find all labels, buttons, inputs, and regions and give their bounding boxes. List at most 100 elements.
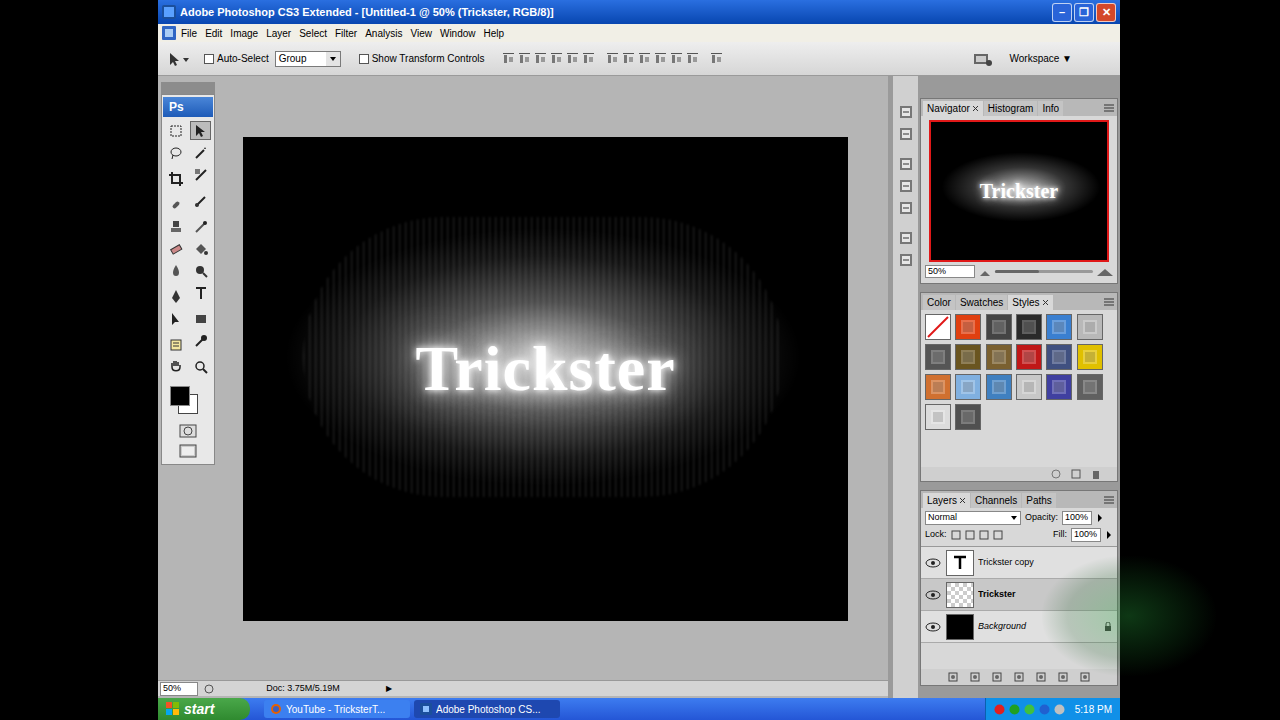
style-swatch[interactable] — [1046, 344, 1072, 370]
pen-icon[interactable] — [165, 287, 186, 306]
menu-item[interactable]: Filter — [332, 26, 360, 41]
workspace-icon[interactable] — [973, 51, 993, 67]
blend-mode-dropdown[interactable]: Normal — [925, 511, 1021, 525]
brushes-icon[interactable] — [898, 178, 914, 194]
window-control-button[interactable]: ✕ — [1096, 3, 1116, 22]
type-icon[interactable] — [190, 283, 211, 302]
group-icon[interactable] — [1035, 671, 1047, 683]
panel-tab[interactable]: Histogram — [984, 101, 1038, 116]
tray-icon[interactable] — [1024, 704, 1035, 715]
magic-wand-icon[interactable] — [190, 143, 211, 162]
menu-item[interactable]: View — [407, 26, 435, 41]
panel-tab[interactable]: Layers — [923, 493, 970, 508]
delete-layer-icon[interactable] — [1079, 671, 1091, 683]
clone-source-icon[interactable] — [898, 200, 914, 216]
clone-stamp-icon[interactable] — [165, 217, 186, 236]
lock-pixels-icon[interactable] — [965, 530, 975, 540]
brush-icon[interactable] — [190, 191, 211, 210]
dodge-icon[interactable] — [190, 261, 211, 280]
group-dropdown[interactable]: Group — [275, 51, 341, 67]
rectangle-icon[interactable] — [190, 309, 211, 328]
taskbar-button[interactable]: YouTube - TricksterT... — [264, 700, 410, 718]
style-swatch[interactable] — [1077, 314, 1103, 340]
align-icon[interactable] — [671, 53, 682, 65]
link-layers-icon[interactable] — [947, 671, 959, 683]
align-icon[interactable] — [655, 53, 666, 65]
path-selection-icon[interactable] — [165, 309, 186, 328]
healing-brush-icon[interactable] — [165, 195, 186, 214]
tray-icon[interactable] — [994, 704, 1005, 715]
window-control-button[interactable]: – — [1052, 3, 1072, 22]
quick-mask-icon[interactable] — [179, 424, 197, 438]
checkbox-field[interactable]: Show Transform Controls — [359, 51, 485, 66]
style-swatch[interactable] — [925, 344, 951, 370]
new-layer-icon[interactable] — [1057, 671, 1069, 683]
panel-tab[interactable]: Navigator — [923, 101, 983, 116]
align-icon[interactable] — [711, 53, 722, 65]
layer-mask-icon[interactable] — [991, 671, 1003, 683]
eye-icon[interactable] — [924, 621, 942, 633]
style-swatch[interactable] — [1046, 374, 1072, 400]
menu-item[interactable]: File — [178, 26, 200, 41]
align-icon[interactable] — [567, 53, 578, 65]
zoom-icon[interactable] — [190, 357, 211, 376]
align-icon[interactable] — [607, 53, 618, 65]
layer-row[interactable]: Trickster copy — [921, 547, 1117, 579]
window-control-button[interactable]: ❐ — [1074, 3, 1094, 22]
blur-icon[interactable] — [165, 261, 186, 280]
slice-icon[interactable] — [190, 165, 211, 184]
history-brush-icon[interactable] — [190, 217, 211, 236]
style-swatch[interactable] — [925, 404, 951, 430]
tray-icon[interactable] — [1039, 704, 1050, 715]
zoom-slider-track[interactable] — [995, 270, 1093, 273]
checkbox[interactable] — [359, 54, 369, 64]
lock-position-icon[interactable] — [979, 530, 989, 540]
hand-icon[interactable] — [165, 357, 186, 376]
menu-item[interactable]: Edit — [202, 26, 225, 41]
menu-item[interactable]: Image — [227, 26, 261, 41]
align-icon[interactable] — [551, 53, 562, 65]
style-swatch[interactable] — [955, 404, 981, 430]
style-swatch[interactable] — [1046, 314, 1072, 340]
panel-tab[interactable]: Color — [923, 295, 955, 310]
taskbar-button[interactable]: Adobe Photoshop CS... — [414, 700, 560, 718]
layer-row[interactable]: Trickster — [921, 579, 1117, 611]
align-icon[interactable] — [519, 53, 530, 65]
style-swatch[interactable] — [986, 374, 1012, 400]
panel-menu-icon[interactable] — [1103, 102, 1115, 114]
notes-icon[interactable] — [165, 335, 186, 354]
style-swatch[interactable] — [955, 374, 981, 400]
align-icon[interactable] — [583, 53, 594, 65]
navigator-zoom-field[interactable]: 50% — [925, 265, 975, 278]
document-canvas[interactable]: Trickster — [243, 137, 848, 621]
lock-all-icon[interactable] — [993, 530, 1003, 540]
clear-style-icon[interactable] — [1051, 469, 1061, 479]
status-zoom[interactable]: 50% — [160, 682, 198, 696]
align-icon[interactable] — [535, 53, 546, 65]
foreground-color-swatch[interactable] — [170, 386, 190, 406]
move-icon[interactable] — [190, 121, 211, 140]
paragraph-icon[interactable] — [898, 252, 914, 268]
style-swatch[interactable] — [1016, 344, 1042, 370]
eyedropper-icon[interactable] — [190, 331, 211, 350]
no-style-swatch[interactable] — [925, 314, 951, 340]
style-swatch[interactable] — [1077, 344, 1103, 370]
align-icon[interactable] — [639, 53, 650, 65]
character-icon[interactable] — [898, 230, 914, 246]
paint-bucket-icon[interactable] — [190, 239, 211, 258]
align-icon[interactable] — [687, 53, 698, 65]
workspace-menu[interactable]: Workspace ▼ — [1009, 51, 1112, 66]
tools-presets-icon[interactable] — [898, 156, 914, 172]
checkbox-field[interactable]: Auto-Select — [204, 51, 269, 66]
screen-mode-icon[interactable] — [179, 444, 197, 458]
style-swatch[interactable] — [925, 374, 951, 400]
status-menu-arrow[interactable]: ▶ — [386, 683, 392, 695]
new-style-icon[interactable] — [1071, 469, 1081, 479]
menu-item[interactable]: Help — [481, 26, 508, 41]
panel-tab[interactable]: Channels — [971, 493, 1021, 508]
checkbox[interactable] — [204, 54, 214, 64]
layer-row[interactable]: Background — [921, 611, 1117, 643]
style-swatch[interactable] — [955, 314, 981, 340]
crop-icon[interactable] — [165, 169, 186, 188]
color-swatches[interactable] — [168, 384, 208, 416]
